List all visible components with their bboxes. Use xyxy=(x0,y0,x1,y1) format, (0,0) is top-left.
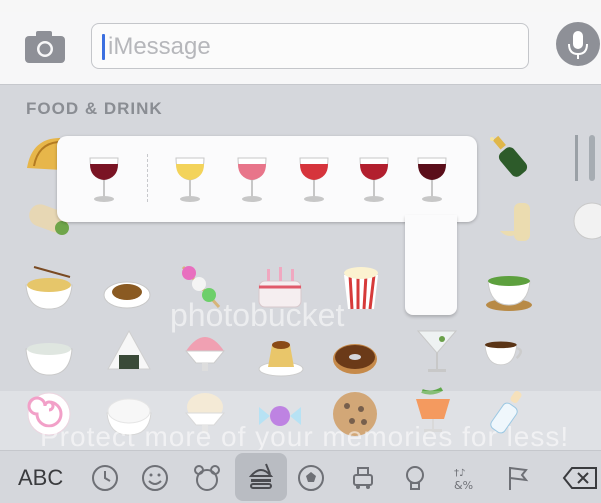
text-cursor xyxy=(102,34,105,60)
oden-bowl-icon[interactable] xyxy=(24,333,74,383)
abc-keyboard-button[interactable]: ABC xyxy=(18,465,63,491)
message-input-bar: iMessage xyxy=(0,12,601,85)
burger-drink-icon xyxy=(248,463,274,489)
lightbulb-icon[interactable] xyxy=(400,463,430,493)
custard-icon[interactable] xyxy=(256,331,306,381)
popup-divider xyxy=(147,154,149,202)
popup-stem xyxy=(405,215,457,315)
cocktail-icon[interactable] xyxy=(412,325,462,375)
message-placeholder: iMessage xyxy=(108,33,211,60)
recent-clock-icon[interactable] xyxy=(90,463,120,493)
watermark-text: Protect more of your memories for less! xyxy=(40,421,570,452)
matcha-tea-icon[interactable] xyxy=(484,265,534,315)
symbols-icon[interactable]: †♪&% xyxy=(450,463,480,493)
red-wine-glass-light-icon[interactable] xyxy=(296,154,332,206)
onigiri-icon[interactable] xyxy=(104,327,154,377)
rose-wine-glass-icon[interactable] xyxy=(234,154,270,206)
red-wine-glass-icon[interactable] xyxy=(86,154,122,206)
plate-icon[interactable] xyxy=(565,197,601,247)
emoji-category-bar: ABC †♪ &% xyxy=(0,450,601,503)
category-title: FOOD & DRINK xyxy=(26,99,163,118)
svg-text:†♪: †♪ xyxy=(454,468,465,479)
sake-icon[interactable] xyxy=(496,197,546,247)
camera-icon[interactable] xyxy=(24,30,66,64)
watermark-logo: photobucket xyxy=(170,297,345,333)
hot-beverage-icon[interactable] xyxy=(480,329,530,379)
red-wine-glass-medium-icon[interactable] xyxy=(356,154,392,206)
soccer-ball-icon[interactable] xyxy=(296,463,326,493)
travel-car-icon[interactable] xyxy=(348,463,378,493)
microphone-icon xyxy=(568,31,588,59)
curry-icon[interactable] xyxy=(102,265,152,315)
doughnut-icon[interactable] xyxy=(330,331,380,381)
flag-icon[interactable] xyxy=(502,463,532,493)
delete-backspace-icon[interactable] xyxy=(562,463,598,493)
champagne-icon[interactable] xyxy=(484,133,534,183)
svg-text:&%: &% xyxy=(454,479,473,492)
ramen-icon[interactable] xyxy=(24,263,74,313)
fork-knife-icon[interactable] xyxy=(562,133,601,183)
red-wine-glass-dark-icon[interactable] xyxy=(414,154,450,206)
food-category-tab[interactable] xyxy=(235,453,287,501)
smiley-icon[interactable] xyxy=(140,463,170,493)
animal-bear-icon[interactable] xyxy=(192,463,222,493)
message-input[interactable]: iMessage xyxy=(91,23,529,69)
white-wine-glass-icon[interactable] xyxy=(172,154,208,206)
microphone-button[interactable] xyxy=(556,22,600,66)
